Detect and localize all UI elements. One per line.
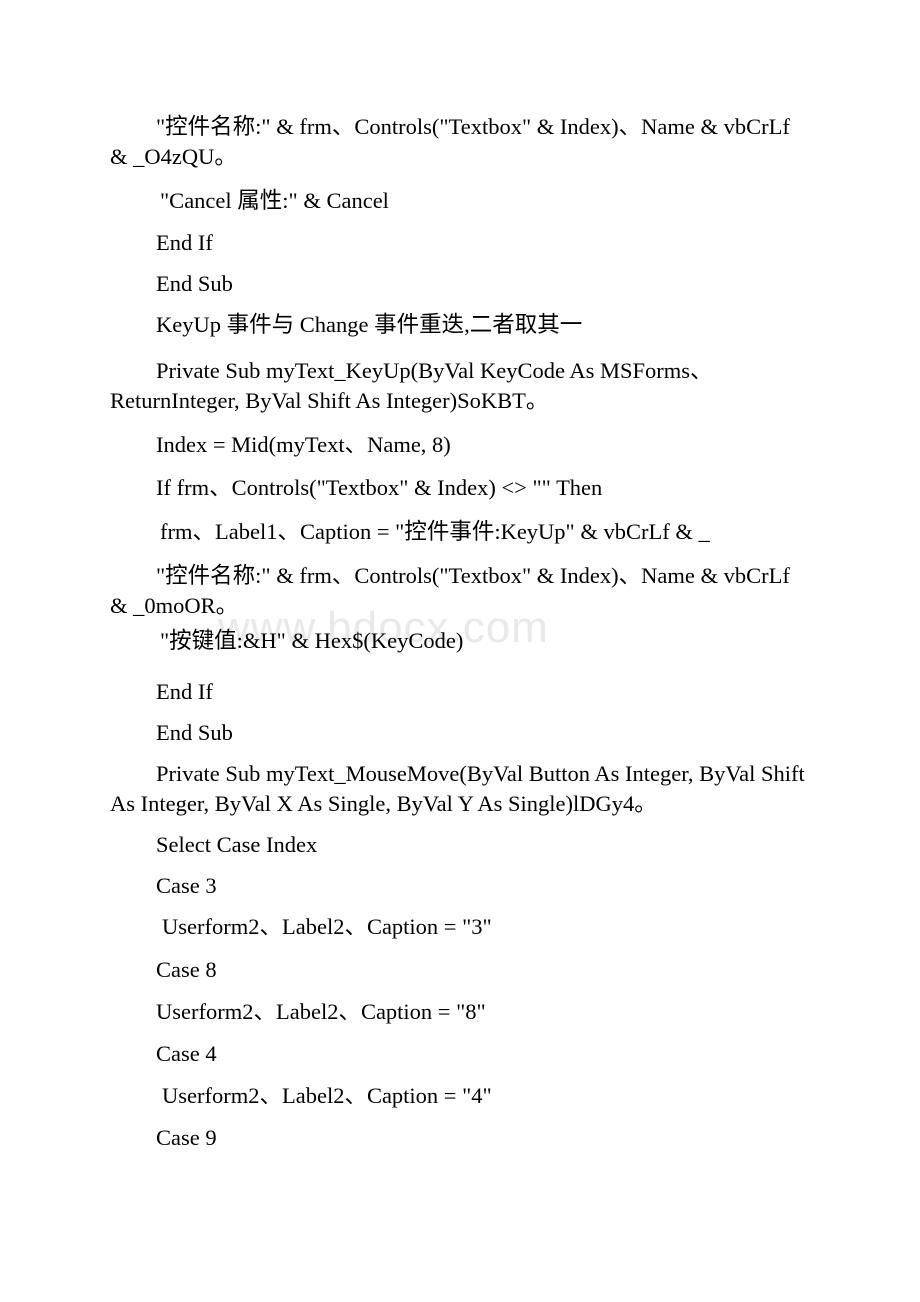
document-line: Case 8	[156, 957, 217, 982]
document-line: Userform2、Label2、Caption = "8"	[156, 999, 486, 1024]
document-line: "Cancel 属性:" & Cancel	[160, 188, 389, 213]
document-line: End If	[156, 230, 213, 255]
document-line: frm、Label1、Caption = "控件事件:KeyUp" & vbCr…	[160, 519, 710, 544]
document-line: KeyUp 事件与 Change 事件重迭,二者取其一	[156, 312, 583, 337]
document-line: Case 3	[156, 873, 217, 898]
document-line: Select Case Index	[156, 832, 318, 857]
document-line: End Sub	[156, 720, 233, 745]
document-line: Case 9	[156, 1125, 217, 1150]
document-line: "控件名称:" & frm、Controls("Textbox" & Index…	[110, 563, 796, 618]
document-line: Case 4	[156, 1041, 217, 1066]
document-line: If frm、Controls("Textbox" & Index) <> ""…	[156, 475, 603, 500]
document-line: "控件名称:" & frm、Controls("Textbox" & Index…	[110, 114, 796, 169]
document-line: Index = Mid(myText、Name, 8)	[156, 432, 451, 457]
document-line: Private Sub myText_MouseMove(ByVal Butto…	[110, 761, 810, 816]
document-line: Private Sub myText_KeyUp(ByVal KeyCode A…	[110, 358, 713, 413]
document-line: "按键值:&H" & Hex$(KeyCode)	[160, 628, 464, 653]
document-line: End Sub	[156, 271, 233, 296]
document-line: Userform2、Label2、Caption = "3"	[162, 914, 492, 939]
document-line: Userform2、Label2、Caption = "4"	[162, 1083, 492, 1108]
document-line: End If	[156, 679, 213, 704]
document-page: www.bdocx.com "控件名称:" & frm、Controls("Te…	[0, 0, 920, 1302]
